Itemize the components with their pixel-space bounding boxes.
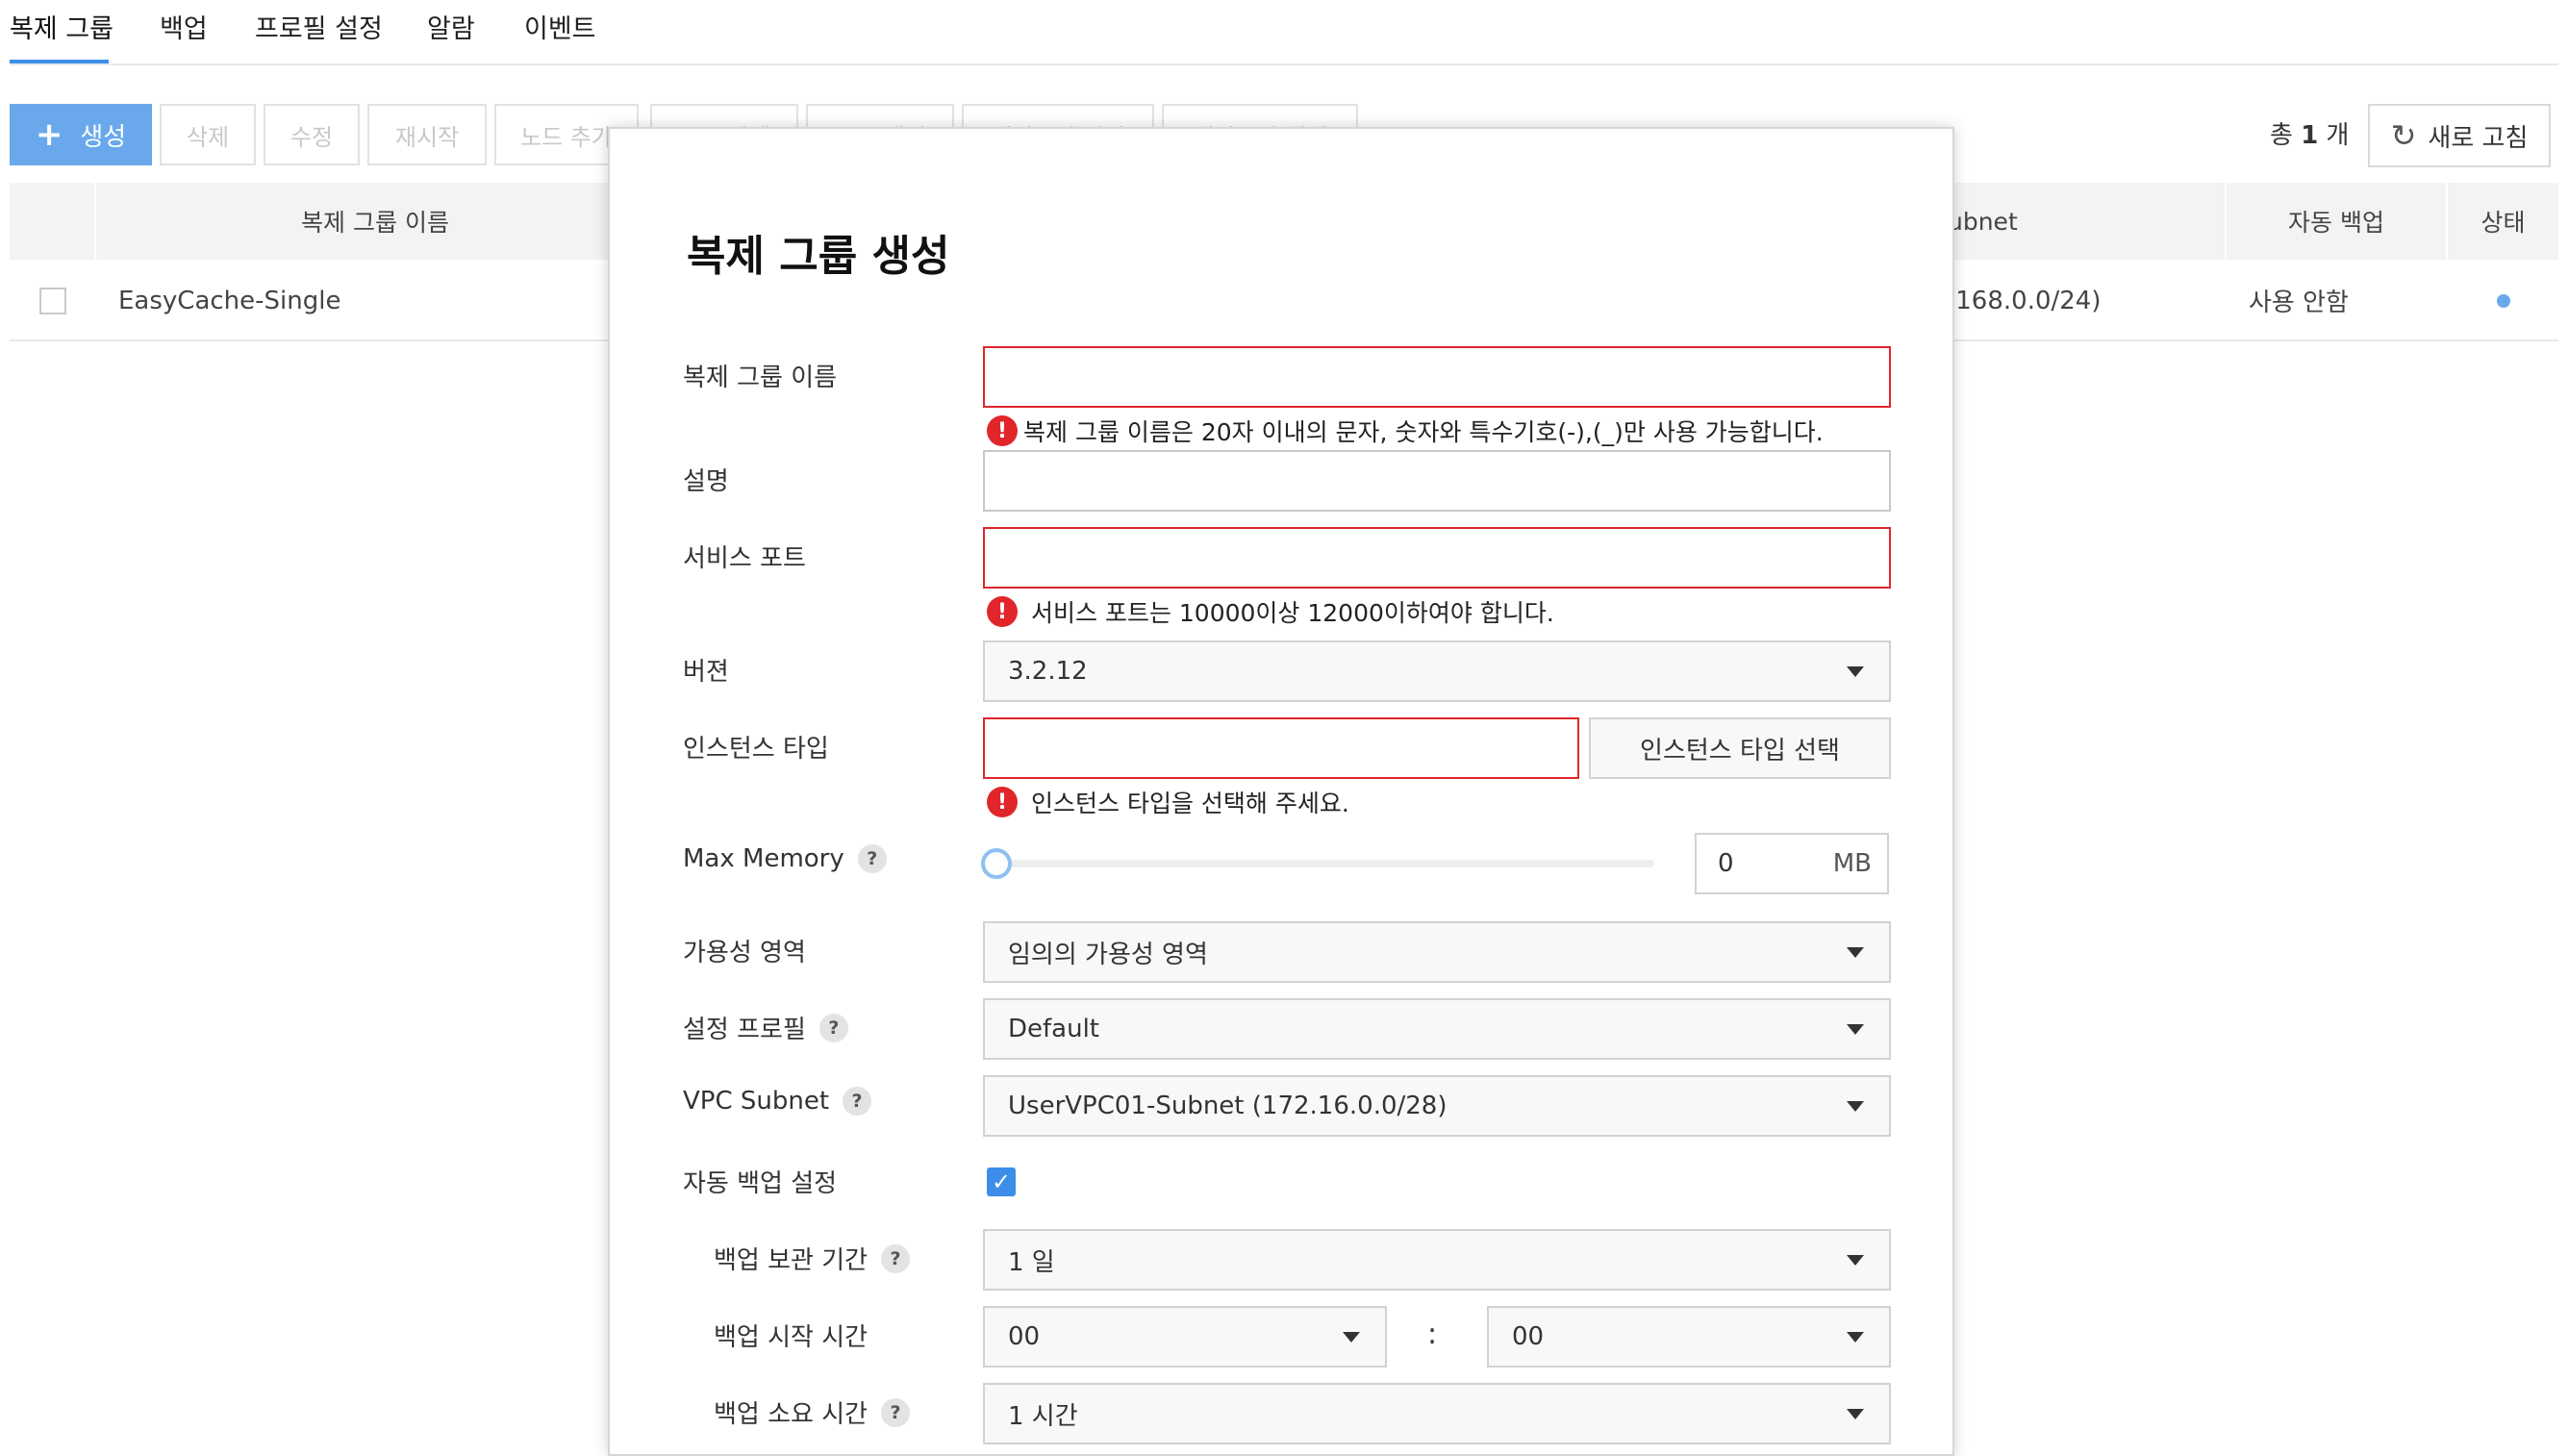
availability-zone-select[interactable]: 임의의 가용성 영역: [983, 921, 1891, 983]
time-separator: :: [1427, 1318, 1438, 1351]
name-input[interactable]: [985, 348, 1889, 406]
config-profile-label: 설정 프로필 ?: [683, 1010, 848, 1045]
refresh-icon: ↻: [2390, 117, 2417, 154]
table-header-status[interactable]: 상태: [2448, 183, 2558, 260]
create-button[interactable]: + 생성: [10, 104, 152, 165]
total-count: 총 1 개: [2270, 121, 2350, 150]
instance-type-error: ! 인스턴스 타입을 선택해 주세요.: [987, 785, 1349, 819]
row-status: [2497, 260, 2510, 341]
version-label: 버젼: [683, 658, 729, 687]
help-icon[interactable]: ?: [818, 1013, 848, 1042]
refresh-button-label: 새로 고침: [2428, 123, 2529, 153]
row-checkbox[interactable]: [39, 260, 66, 341]
row-subnet: .168.0.0/24): [1948, 286, 2102, 315]
backup-retention-select[interactable]: 1 일: [983, 1229, 1891, 1291]
table-header-auto-backup[interactable]: 자동 백업: [2227, 183, 2448, 260]
chevron-down-icon: [1847, 666, 1864, 677]
restart-button[interactable]: 재시작: [367, 104, 487, 165]
service-port-label: 서비스 포트: [683, 544, 806, 573]
create-button-label: 생성: [80, 122, 127, 152]
chevron-down-icon: [1847, 1255, 1864, 1266]
dialog-title: 복제 그룹 생성: [687, 232, 950, 281]
table-header-subnet-end: [2044, 183, 2227, 260]
status-dot: [2497, 293, 2510, 308]
auto-backup-checkbox[interactable]: ✓: [987, 1167, 1016, 1196]
name-error: ! 복제 그룹 이름은 20자 이내의 문자, 숫자와 특수기호(-),(_)만…: [987, 414, 1824, 448]
create-replication-group-dialog: 복제 그룹 생성 복제 그룹 이름 ! 복제 그룹 이름은 20자 이내의 문자…: [608, 127, 1954, 1456]
chevron-down-icon: [1847, 1409, 1864, 1419]
backup-duration-label: 백업 소요 시간 ?: [714, 1394, 911, 1430]
auto-backup-label: 자동 백업 설정: [683, 1169, 838, 1198]
top-tabs: 복제 그룹 백업 프로필 설정 알람 이벤트: [10, 0, 2558, 65]
check-icon: ✓: [991, 1168, 1012, 1195]
help-icon[interactable]: ?: [881, 1397, 911, 1427]
description-label: 설명: [683, 467, 729, 496]
name-input-wrapper: [983, 346, 1891, 408]
memory-unit: MB: [1832, 849, 1872, 878]
chevron-down-icon: [1847, 1332, 1864, 1343]
chevron-down-icon: [1847, 1101, 1864, 1112]
table-header-name[interactable]: 복제 그룹 이름: [96, 183, 654, 260]
row-name: EasyCache-Single: [118, 286, 341, 315]
tab-replication-group[interactable]: 복제 그룹: [10, 8, 113, 45]
config-profile-select[interactable]: Default: [983, 998, 1891, 1060]
instance-type-input[interactable]: [985, 719, 1577, 777]
max-memory-slider-handle[interactable]: [981, 848, 1012, 879]
modify-button[interactable]: 수정: [264, 104, 360, 165]
help-icon[interactable]: ?: [881, 1243, 911, 1273]
select-instance-type-button[interactable]: 인스턴스 타입 선택: [1589, 717, 1891, 779]
vpc-subnet-label: VPC Subnet ?: [683, 1087, 872, 1116]
backup-duration-select[interactable]: 1 시간: [983, 1383, 1891, 1444]
tab-profile-settings[interactable]: 프로필 설정: [255, 8, 383, 45]
row-auto-backup: 사용 안함: [2249, 289, 2349, 317]
chevron-down-icon: [1847, 947, 1864, 958]
tab-alarm[interactable]: 알람: [427, 8, 475, 45]
instance-type-input-wrapper: [983, 717, 1579, 779]
service-port-error: ! 서비스 포트는 10000이상 12000이하여야 합니다.: [987, 594, 1554, 629]
error-icon: !: [987, 596, 1018, 627]
availability-zone-label: 가용성 영역: [683, 939, 806, 967]
chevron-down-icon: [1847, 1024, 1864, 1035]
max-memory-slider-track[interactable]: [983, 860, 1654, 867]
description-input[interactable]: [985, 452, 1889, 510]
table-header-subnet[interactable]: ubnet: [1948, 183, 2044, 260]
service-port-input[interactable]: [985, 529, 1889, 587]
active-tab-indicator: [10, 60, 109, 63]
chevron-down-icon: [1343, 1332, 1360, 1343]
vpc-subnet-select[interactable]: UserVPC01-Subnet (172.16.0.0/28): [983, 1075, 1891, 1137]
backup-start-minute-select[interactable]: 00: [1487, 1306, 1891, 1368]
version-select[interactable]: 3.2.12: [983, 640, 1891, 702]
help-icon[interactable]: ?: [857, 844, 887, 873]
name-label: 복제 그룹 이름: [683, 364, 838, 392]
service-port-input-wrapper: [983, 527, 1891, 589]
instance-type-label: 인스턴스 타입: [683, 735, 829, 764]
max-memory-input[interactable]: 0 MB: [1695, 833, 1889, 894]
refresh-button[interactable]: ↻ 새로 고침: [2368, 104, 2551, 167]
tab-backup[interactable]: 백업: [160, 8, 208, 45]
backup-start-time-label: 백업 시작 시간: [714, 1323, 869, 1352]
error-icon: !: [987, 787, 1018, 817]
error-icon: !: [987, 415, 1018, 446]
backup-start-hour-select[interactable]: 00: [983, 1306, 1387, 1368]
delete-button[interactable]: 삭제: [160, 104, 256, 165]
plus-icon: +: [35, 115, 63, 154]
table-header-select: [10, 183, 96, 260]
help-icon[interactable]: ?: [843, 1087, 872, 1116]
backup-retention-label: 백업 보관 기간 ?: [714, 1241, 911, 1276]
max-memory-label: Max Memory ?: [683, 844, 887, 873]
tab-event[interactable]: 이벤트: [524, 8, 596, 45]
description-input-wrapper: [983, 450, 1891, 512]
